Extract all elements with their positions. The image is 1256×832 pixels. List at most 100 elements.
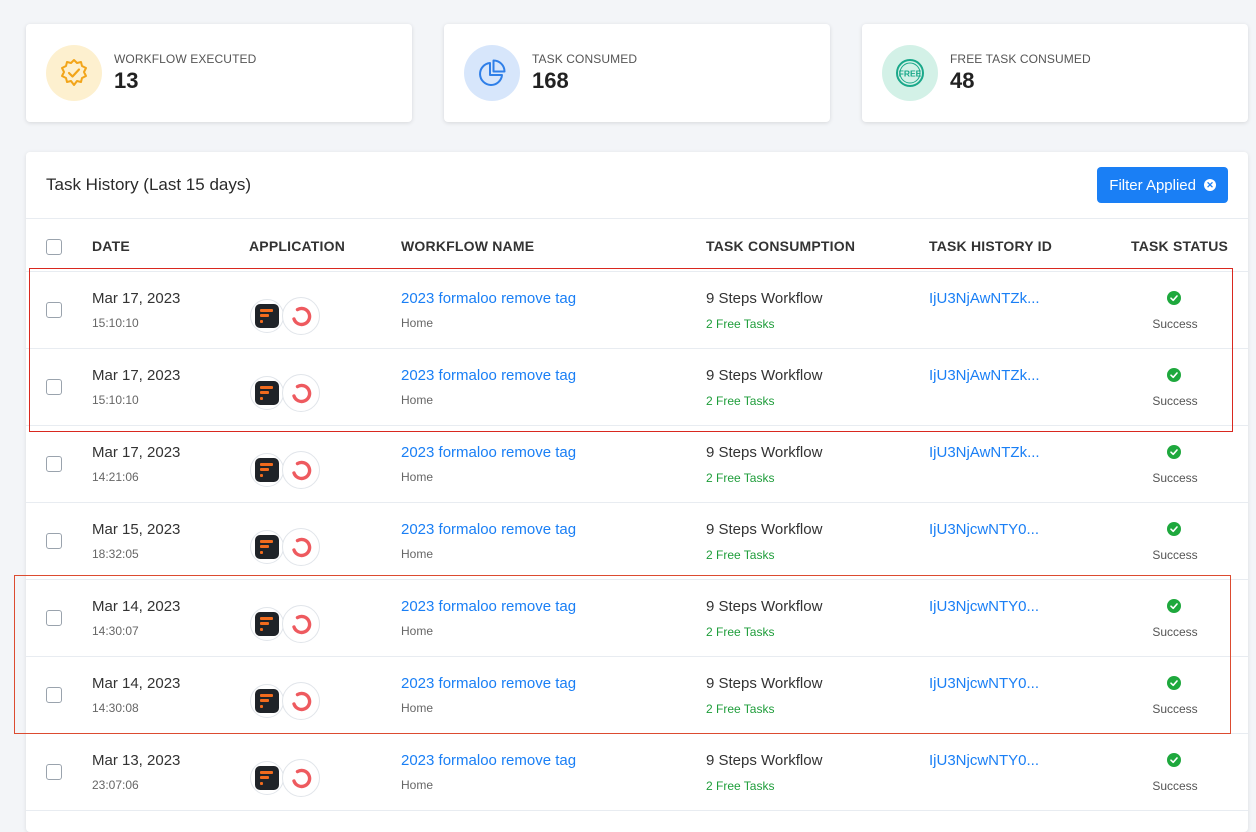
table-row[interactable]: Mar 17, 2023 14:21:06 2023 formaloo remo… xyxy=(26,426,1248,503)
table-row[interactable]: Mar 17, 2023 15:10:10 2023 formaloo remo… xyxy=(26,272,1248,349)
column-header-task-status: TASK STATUS xyxy=(1131,238,1229,254)
circle-app-icon xyxy=(282,605,320,643)
task-history-id-link[interactable]: IjU3NjcwNTY0... xyxy=(929,598,1039,615)
select-all-checkbox[interactable] xyxy=(46,239,62,255)
task-steps: 9 Steps Workflow xyxy=(706,598,823,615)
workflow-folder: Home xyxy=(401,701,434,715)
success-check-icon xyxy=(1167,753,1181,767)
workflow-folder: Home xyxy=(401,624,434,638)
success-check-icon xyxy=(1167,676,1181,690)
stat-card-task-consumed: TASK CONSUMED 168 xyxy=(444,24,830,122)
row-date: Mar 17, 2023 xyxy=(92,367,181,384)
stat-value: 13 xyxy=(114,68,139,93)
circle-app-icon xyxy=(282,297,320,335)
task-history-id-link[interactable]: IjU3NjAwNTZk... xyxy=(929,367,1040,384)
row-checkbox[interactable] xyxy=(46,610,62,626)
table-row[interactable]: Mar 14, 2023 14:30:08 2023 formaloo remo… xyxy=(26,657,1248,734)
row-checkbox[interactable] xyxy=(46,533,62,549)
filter-applied-button[interactable]: Filter Applied ✕ xyxy=(1097,167,1228,203)
free-tasks: 2 Free Tasks xyxy=(706,394,775,408)
success-check-icon xyxy=(1167,522,1181,536)
free-tasks: 2 Free Tasks xyxy=(706,702,775,716)
workflow-folder: Home xyxy=(401,547,434,561)
free-tasks: 2 Free Tasks xyxy=(706,317,775,331)
workflow-name-link[interactable]: 2023 formaloo remove tag xyxy=(401,290,576,307)
row-date: Mar 17, 2023 xyxy=(92,290,181,307)
stat-label: FREE TASK CONSUMED xyxy=(950,52,1091,66)
task-history-id-link[interactable]: IjU3NjcwNTY0... xyxy=(929,521,1039,538)
table-row[interactable]: Mar 14, 2023 14:30:07 2023 formaloo remo… xyxy=(26,580,1248,657)
workflow-folder: Home xyxy=(401,778,434,792)
free-badge-icon: FREE xyxy=(882,45,938,101)
formaloo-app-icon xyxy=(250,761,284,795)
free-tasks: 2 Free Tasks xyxy=(706,548,775,562)
stat-value: 48 xyxy=(950,68,975,93)
task-history-id-link[interactable]: IjU3NjAwNTZk... xyxy=(929,444,1040,461)
row-time: 15:10:10 xyxy=(92,316,139,330)
circle-app-icon xyxy=(282,682,320,720)
stat-label: TASK CONSUMED xyxy=(532,52,638,66)
workflow-folder: Home xyxy=(401,470,434,484)
formaloo-app-icon xyxy=(250,530,284,564)
success-check-icon xyxy=(1167,445,1181,459)
stat-card-free-task-consumed: FREE FREE TASK CONSUMED 48 xyxy=(862,24,1248,122)
free-tasks: 2 Free Tasks xyxy=(706,625,775,639)
free-tasks: 2 Free Tasks xyxy=(706,471,775,485)
success-check-icon xyxy=(1167,599,1181,613)
workflow-name-link[interactable]: 2023 formaloo remove tag xyxy=(401,598,576,615)
badge-check-icon xyxy=(46,45,102,101)
table-row[interactable]: Mar 15, 2023 18:32:05 2023 formaloo remo… xyxy=(26,503,1248,580)
column-header-workflow-name: WORKFLOW NAME xyxy=(401,238,535,254)
task-steps: 9 Steps Workflow xyxy=(706,444,823,461)
application-icons xyxy=(246,757,326,797)
circle-app-icon xyxy=(282,528,320,566)
pie-chart-icon xyxy=(464,45,520,101)
circle-app-icon xyxy=(282,759,320,797)
task-steps: 9 Steps Workflow xyxy=(706,290,823,307)
task-status: Success xyxy=(1152,779,1198,793)
application-icons xyxy=(246,449,326,489)
formaloo-app-icon xyxy=(250,684,284,718)
workflow-name-link[interactable]: 2023 formaloo remove tag xyxy=(401,752,576,769)
application-icons xyxy=(246,372,326,412)
table-row[interactable]: Mar 17, 2023 15:10:10 2023 formaloo remo… xyxy=(26,349,1248,426)
svg-text:FREE: FREE xyxy=(899,69,922,79)
formaloo-app-icon xyxy=(250,607,284,641)
workflow-name-link[interactable]: 2023 formaloo remove tag xyxy=(401,367,576,384)
application-icons xyxy=(246,526,326,566)
column-header-application: APPLICATION xyxy=(249,238,346,254)
task-steps: 9 Steps Workflow xyxy=(706,367,823,384)
clear-filter-icon[interactable]: ✕ xyxy=(1204,179,1216,191)
table-row[interactable]: Mar 13, 2023 23:07:06 2023 formaloo remo… xyxy=(26,734,1248,811)
row-date: Mar 14, 2023 xyxy=(92,598,181,615)
success-check-icon xyxy=(1167,291,1181,305)
workflow-folder: Home xyxy=(401,316,434,330)
task-history-id-link[interactable]: IjU3NjAwNTZk... xyxy=(929,290,1040,307)
row-checkbox[interactable] xyxy=(46,764,62,780)
column-header-task-history-id: TASK HISTORY ID xyxy=(929,238,1053,254)
row-time: 18:32:05 xyxy=(92,547,139,561)
row-time: 14:30:08 xyxy=(92,701,139,715)
workflow-name-link[interactable]: 2023 formaloo remove tag xyxy=(401,444,576,461)
task-history-panel: Task History (Last 15 days) Filter Appli… xyxy=(26,152,1248,832)
task-history-id-link[interactable]: IjU3NjcwNTY0... xyxy=(929,675,1039,692)
circle-app-icon xyxy=(282,374,320,412)
row-checkbox[interactable] xyxy=(46,456,62,472)
workflow-name-link[interactable]: 2023 formaloo remove tag xyxy=(401,675,576,692)
task-steps: 9 Steps Workflow xyxy=(706,521,823,538)
formaloo-app-icon xyxy=(250,453,284,487)
task-status: Success xyxy=(1152,625,1198,639)
row-time: 23:07:06 xyxy=(92,778,139,792)
workflow-name-link[interactable]: 2023 formaloo remove tag xyxy=(401,521,576,538)
application-icons xyxy=(246,603,326,643)
task-status: Success xyxy=(1152,317,1198,331)
row-checkbox[interactable] xyxy=(46,687,62,703)
table-header: DATE APPLICATION WORKFLOW NAME TASK CONS… xyxy=(26,219,1248,272)
task-history-id-link[interactable]: IjU3NjcwNTY0... xyxy=(929,752,1039,769)
row-checkbox[interactable] xyxy=(46,302,62,318)
success-check-icon xyxy=(1167,368,1181,382)
task-status: Success xyxy=(1152,394,1198,408)
row-checkbox[interactable] xyxy=(46,379,62,395)
column-header-date: DATE xyxy=(92,238,130,254)
panel-title: Task History (Last 15 days) xyxy=(46,175,252,194)
